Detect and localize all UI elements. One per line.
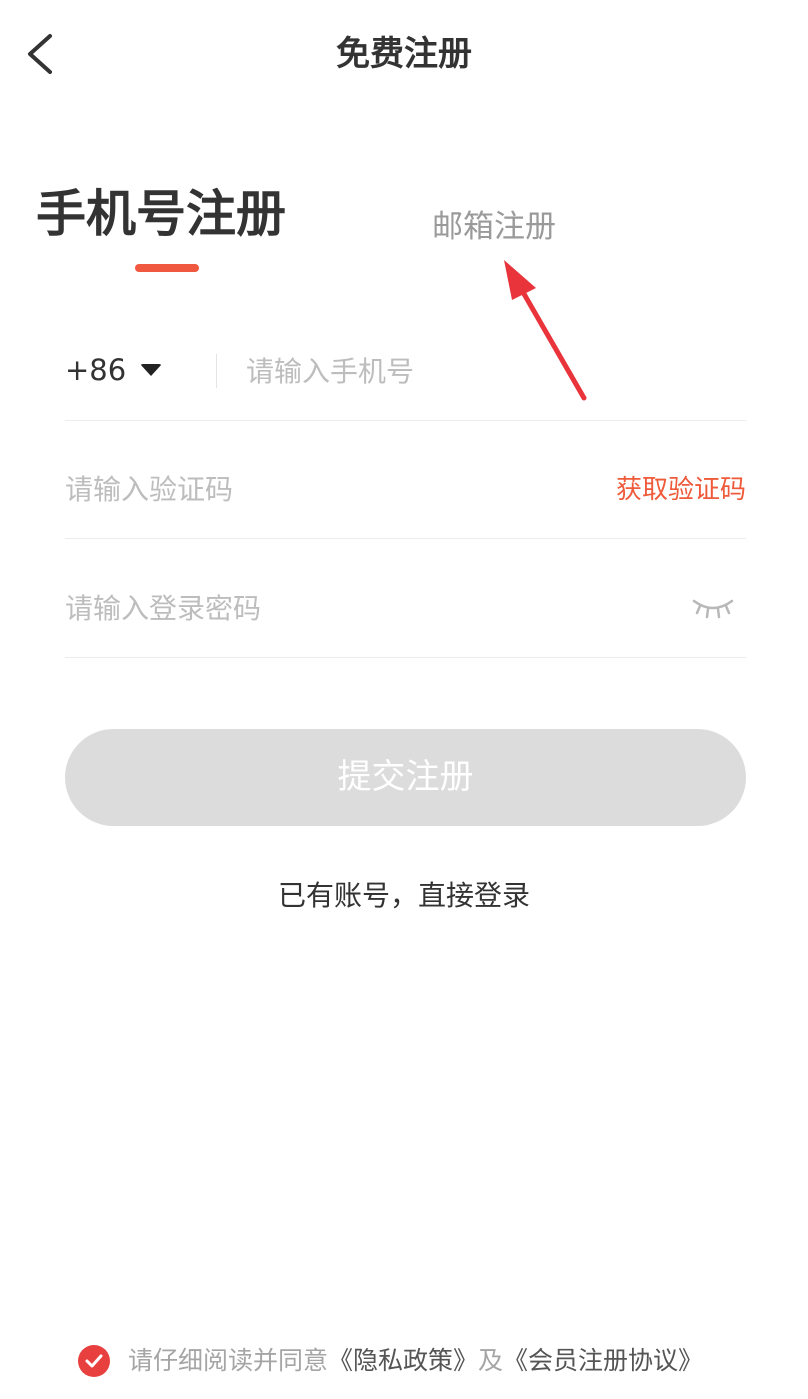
login-link[interactable]: 已有账号，直接登录: [0, 876, 808, 916]
agree-checkbox[interactable]: [78, 1345, 110, 1377]
eye-closed-icon[interactable]: [692, 595, 734, 621]
page-title: 免费注册: [336, 34, 472, 74]
check-circle-icon: [85, 1354, 103, 1368]
agreement-row: 请仔细阅读并同意《隐私政策》及《会员注册协议》: [78, 1341, 703, 1381]
privacy-policy-link[interactable]: 《隐私政策》: [328, 1346, 478, 1375]
agreement-text: 请仔细阅读并同意《隐私政策》及《会员注册协议》: [128, 1343, 703, 1379]
phone-input[interactable]: [246, 350, 726, 392]
caret-down-icon: [140, 364, 163, 376]
agreement-connector: 及: [478, 1346, 504, 1375]
member-agreement-link[interactable]: 《会员注册协议》: [503, 1346, 703, 1375]
agreement-prefix: 请仔细阅读并同意: [128, 1346, 329, 1375]
tab-email-register[interactable]: 邮箱注册: [432, 203, 556, 251]
tab-phone-register[interactable]: 手机号注册: [36, 182, 286, 246]
submit-register-button[interactable]: 提交注册: [65, 729, 746, 826]
country-code-selector[interactable]: +86: [65, 350, 163, 390]
verification-code-input[interactable]: [65, 468, 565, 510]
phone-row: +86: [65, 302, 746, 421]
tab-active-indicator: [135, 264, 199, 272]
code-row: 获取验证码: [65, 420, 746, 539]
divider: [216, 354, 217, 388]
password-input[interactable]: [65, 587, 625, 629]
password-row: [65, 539, 746, 658]
get-code-button[interactable]: 获取验证码: [616, 470, 746, 510]
country-code: +86: [65, 353, 127, 387]
